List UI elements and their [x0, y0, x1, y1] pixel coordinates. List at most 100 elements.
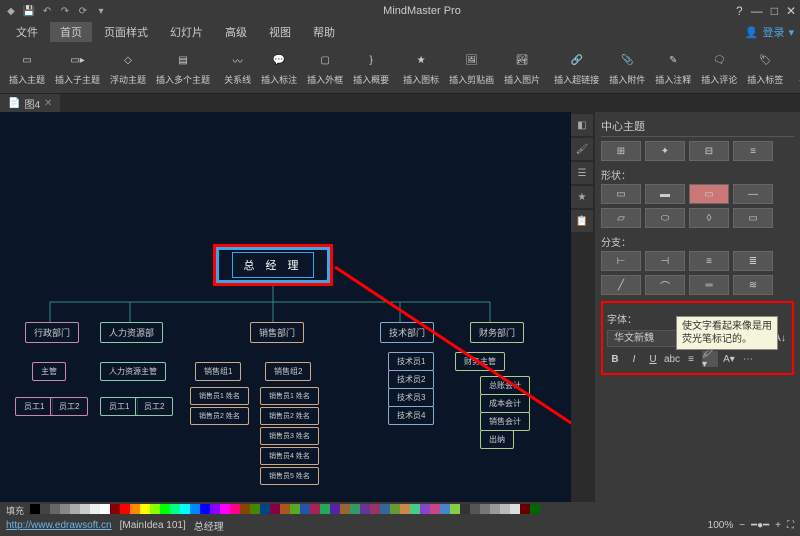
relation-button[interactable]: 〰关系线	[219, 48, 256, 88]
align-button[interactable]: ≡	[683, 351, 699, 367]
branch-opt[interactable]: ⌒	[645, 275, 685, 295]
color-swatch[interactable]	[50, 504, 60, 514]
side-tab-brush[interactable]: 🖌	[571, 138, 593, 160]
node-sg2[interactable]: 销售组2	[265, 362, 311, 381]
color-swatch[interactable]	[480, 504, 490, 514]
color-swatch[interactable]	[180, 504, 190, 514]
color-swatch[interactable]	[160, 504, 170, 514]
zoom-slider[interactable]: ━●━	[751, 520, 769, 531]
help-icon[interactable]: ?	[736, 4, 743, 18]
color-swatch[interactable]	[70, 504, 80, 514]
shape-opt[interactable]: ▭	[601, 184, 641, 204]
boundary-button[interactable]: ▢插入外框	[302, 48, 348, 88]
root-node[interactable]: 总 经 理	[232, 252, 313, 278]
color-swatch[interactable]	[280, 504, 290, 514]
color-swatch[interactable]	[150, 504, 160, 514]
color-swatch[interactable]	[420, 504, 430, 514]
branch-opt[interactable]: ╱	[601, 275, 641, 295]
insert-multiple-button[interactable]: ▤插入多个主题	[151, 48, 215, 88]
color-swatch[interactable]	[530, 504, 540, 514]
summary-button[interactable]: }插入概要	[348, 48, 394, 88]
insert-image-button[interactable]: 🏞插入图片	[499, 48, 545, 88]
color-swatch[interactable]	[500, 504, 510, 514]
color-swatch[interactable]	[110, 504, 120, 514]
color-swatch[interactable]	[510, 504, 520, 514]
layout-opt[interactable]: ≡	[733, 141, 773, 161]
color-swatch[interactable]	[100, 504, 110, 514]
color-swatch[interactable]	[30, 504, 40, 514]
node-hr[interactable]: 人力资源部	[100, 322, 163, 343]
more-font-button[interactable]: ⋯	[740, 351, 756, 367]
highlight-button[interactable]: 🖍▾	[702, 351, 718, 367]
undo-icon[interactable]: ↶	[40, 4, 54, 18]
shape-opt[interactable]: ◊	[689, 208, 729, 228]
shape-opt[interactable]: ▭	[689, 184, 729, 204]
insert-topic-button[interactable]: ▭插入主题	[4, 48, 50, 88]
branch-opt[interactable]: ≡	[689, 251, 729, 271]
zoom-in-button[interactable]: +	[775, 520, 781, 531]
more-icon[interactable]: ▾	[94, 4, 108, 18]
redo-icon[interactable]: ↷	[58, 4, 72, 18]
attachment-button[interactable]: 📎插入附件	[604, 48, 650, 88]
font-color-button[interactable]: A▾	[721, 351, 737, 367]
color-swatch[interactable]	[350, 504, 360, 514]
menu-advanced[interactable]: 高级	[215, 22, 257, 42]
color-swatch[interactable]	[80, 504, 90, 514]
color-swatch[interactable]	[300, 504, 310, 514]
shape-opt[interactable]: ⬭	[645, 208, 685, 228]
node-hr-mgr[interactable]: 人力资源主管	[100, 362, 166, 381]
layout-opt[interactable]: ⊞	[601, 141, 641, 161]
color-swatch[interactable]	[190, 504, 200, 514]
menu-page-style[interactable]: 页面样式	[94, 22, 158, 42]
node-admin-mgr[interactable]: 主管	[32, 362, 66, 381]
color-swatch[interactable]	[170, 504, 180, 514]
insert-subtopic-button[interactable]: ▭▸插入子主题	[50, 48, 105, 88]
strike-button[interactable]: abc	[664, 351, 680, 367]
doc-tab[interactable]: 📄 图4 ✕	[0, 94, 60, 113]
node-sm4[interactable]: 销售员4 姓名	[260, 447, 319, 465]
color-swatch[interactable]	[360, 504, 370, 514]
zoom-out-button[interactable]: −	[739, 520, 745, 531]
node-sm1[interactable]: 销售员1 姓名	[190, 387, 249, 405]
color-swatch[interactable]	[330, 504, 340, 514]
status-url[interactable]: http://www.edrawsoft.cn	[6, 520, 112, 531]
color-swatch[interactable]	[490, 504, 500, 514]
side-tab-list[interactable]: ☰	[571, 162, 593, 184]
shape-opt[interactable]: —	[733, 184, 773, 204]
menu-file[interactable]: 文件	[6, 22, 48, 42]
close-button[interactable]: ✕	[786, 4, 796, 18]
color-swatch[interactable]	[90, 504, 100, 514]
color-swatch[interactable]	[140, 504, 150, 514]
node-admin-s2[interactable]: 员工2	[50, 397, 88, 416]
color-swatch[interactable]	[440, 504, 450, 514]
menu-view[interactable]: 视图	[259, 22, 301, 42]
color-swatch[interactable]	[390, 504, 400, 514]
node-hr-s1[interactable]: 员工1	[100, 397, 138, 416]
hyperlink-button[interactable]: 🔗插入超链接	[549, 48, 604, 88]
side-tab-style[interactable]: ◧	[571, 114, 593, 136]
maximize-button[interactable]: □	[771, 4, 778, 18]
branch-opt[interactable]: ≋	[733, 275, 773, 295]
node-sales[interactable]: 销售部门	[250, 322, 304, 343]
node-sm1b[interactable]: 销售员1 姓名	[260, 387, 319, 405]
color-swatch[interactable]	[230, 504, 240, 514]
shape-opt[interactable]: ▬	[645, 184, 685, 204]
shape-opt[interactable]: ▱	[601, 208, 641, 228]
fit-button[interactable]: ⛶	[787, 520, 794, 531]
floating-topic-button[interactable]: ◇浮动主题	[105, 48, 151, 88]
side-tab-icon[interactable]: ★	[571, 186, 593, 208]
note-button[interactable]: ✎插入注释	[650, 48, 696, 88]
color-swatch[interactable]	[250, 504, 260, 514]
node-sm5[interactable]: 销售员5 姓名	[260, 467, 319, 485]
canvas[interactable]: 总 经 理 行政部门 人力资源部 销售部门 技术部门 财务部门 主管 员工1 员…	[0, 112, 571, 502]
color-swatch[interactable]	[130, 504, 140, 514]
insert-icon-button[interactable]: ★插入图标	[398, 48, 444, 88]
color-swatch[interactable]	[450, 504, 460, 514]
node-hr-s2[interactable]: 员工2	[135, 397, 173, 416]
save-icon[interactable]: 💾	[22, 4, 36, 18]
color-swatch[interactable]	[520, 504, 530, 514]
bold-button[interactable]: B	[607, 351, 623, 367]
tag-button[interactable]: 🏷插入标签	[742, 48, 788, 88]
underline-button[interactable]: U	[645, 351, 661, 367]
node-admin-s1[interactable]: 员工1	[15, 397, 53, 416]
